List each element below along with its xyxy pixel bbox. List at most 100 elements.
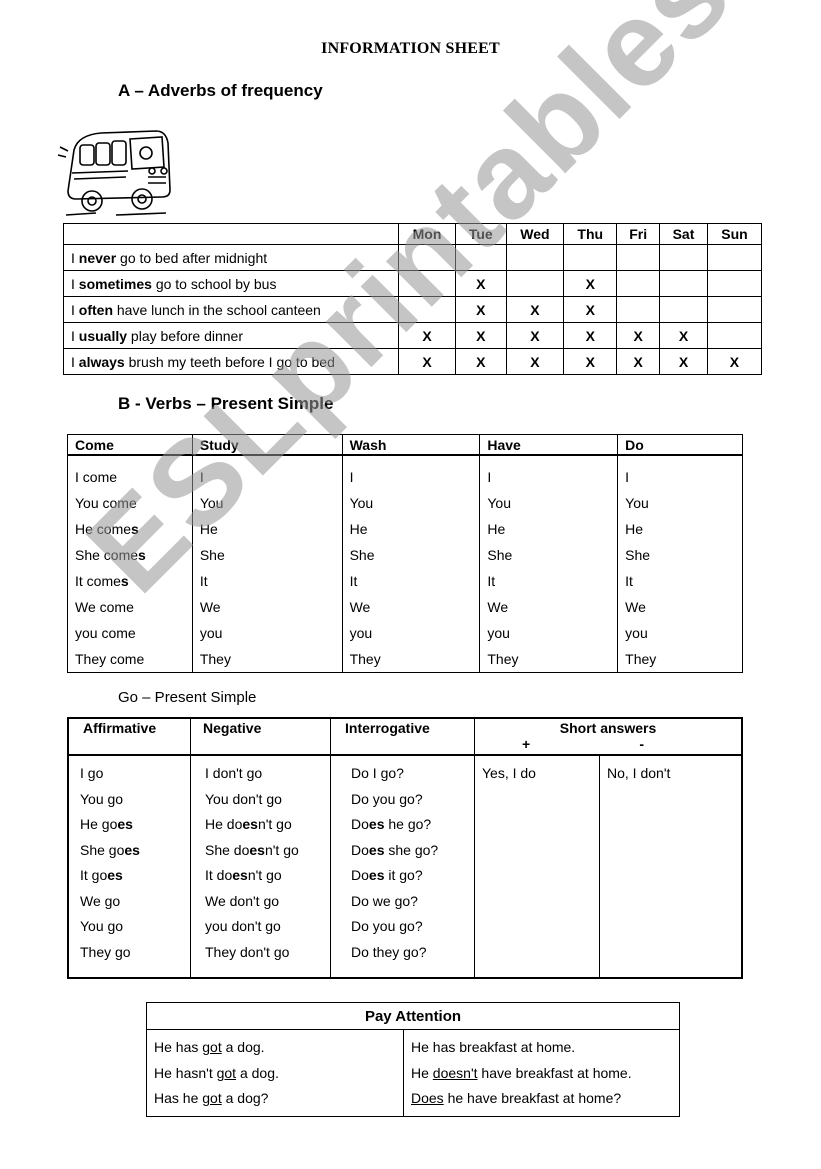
form-text: Do they go?: [351, 943, 427, 960]
form-text: We: [199, 599, 221, 615]
table-header-row: Pay Attention: [146, 1002, 680, 1030]
day-mark-cell: X: [563, 348, 618, 375]
day-mark-cell: X: [398, 348, 456, 375]
form-text: He: [625, 521, 644, 537]
adverb: often: [78, 301, 113, 318]
day-header: Sun: [706, 223, 763, 245]
sentence-text: brush my teeth before I go to bed: [124, 353, 335, 370]
go-form: Do we go?: [351, 889, 467, 915]
form-text: You: [487, 495, 511, 511]
short-answers-label: Short answers: [559, 720, 657, 736]
form-text: They go: [80, 943, 131, 960]
go-form: He doesn't go: [205, 812, 323, 838]
page-title: INFORMATION SHEET: [321, 40, 500, 57]
day-mark-cell: X: [454, 270, 507, 297]
day-mark-cell: [659, 270, 708, 297]
sentence-text: I: [71, 301, 79, 318]
day-mark-cell: X: [659, 348, 708, 375]
go-form: We go: [80, 889, 183, 915]
day-mark-cell: X: [454, 348, 507, 375]
adverb: usually: [78, 327, 128, 344]
day-mark-cell: [398, 244, 456, 271]
sentence-text: Has he: [154, 1090, 203, 1106]
day-header: Mon: [398, 223, 456, 245]
form-text: n't go: [257, 816, 292, 832]
underlined-word: doesn't: [432, 1064, 478, 1081]
adverb: never: [78, 249, 117, 266]
interrogative-header: Interrogative: [330, 717, 475, 756]
go-form: She goes: [80, 838, 183, 864]
verb-form: you come: [75, 620, 185, 646]
verb-header: Do: [617, 434, 743, 456]
go-form: He goes: [80, 812, 183, 838]
form-text: We don't go: [205, 892, 280, 909]
day-mark-cell: [616, 244, 661, 271]
form-text: n't go: [247, 867, 282, 883]
form-text: He: [349, 521, 368, 537]
form-text: I: [349, 469, 354, 485]
go-form: Does it go?: [351, 863, 467, 889]
day-mark-cell: X: [659, 322, 708, 349]
day-mark-cell: [563, 244, 618, 271]
go-form: They go: [80, 940, 183, 966]
sentence-text: a dog.: [236, 1064, 279, 1081]
sentence-text: He has: [154, 1039, 203, 1055]
sentence-text: I: [71, 353, 79, 370]
go-form: you don't go: [205, 914, 323, 940]
form-text: He do: [205, 816, 243, 832]
form-text: They: [487, 651, 519, 667]
go-form: Do you go?: [351, 787, 467, 813]
verb-forms-cell: I You He She It We you They: [617, 455, 743, 673]
day-mark-cell: [616, 296, 661, 323]
sentence-text: He has breakfast at home.: [411, 1039, 576, 1055]
form-text: They come: [75, 651, 145, 667]
form-text: He: [199, 521, 218, 537]
verb-form: It comes: [75, 568, 185, 594]
form-text: Do you go?: [351, 918, 423, 934]
verb-header: Wash: [341, 434, 481, 456]
form-ending: es: [368, 816, 385, 832]
verb-forms-cell: I come You come He comes She comes It comes W…: [67, 455, 193, 673]
form-text: n't go: [264, 841, 299, 858]
form-text: You: [625, 495, 649, 511]
verb-form: you: [350, 620, 473, 646]
day-mark-cell: X: [454, 296, 507, 323]
go-form: Does she go?: [351, 838, 467, 864]
day-header: Wed: [505, 223, 565, 245]
form-text: She do: [205, 841, 250, 858]
form-text: It: [487, 573, 496, 589]
verb-form: We: [200, 594, 335, 620]
form-ending: s: [120, 573, 129, 589]
day-mark-cell: X: [398, 322, 456, 349]
go-form: She doesn't go: [205, 838, 323, 864]
sentence-cell: I usually play before dinner: [63, 322, 399, 349]
verb-form: We: [487, 594, 610, 620]
go-form: Does he go?: [351, 812, 467, 838]
form-text: You: [349, 495, 374, 511]
day-mark-cell: X: [505, 322, 565, 349]
verb-form: You: [200, 490, 335, 516]
go-form: I don't go: [205, 761, 323, 787]
pay-attention-heading: Pay Attention: [146, 1002, 680, 1030]
day-mark-cell: X: [563, 270, 618, 297]
table-header-row: Mon Tue Wed Thu Fri Sat Sun: [63, 223, 763, 245]
verb-form: I: [350, 464, 473, 490]
plus-label: +: [522, 736, 531, 752]
go-form: It goes: [80, 863, 183, 889]
verb-form: They: [487, 646, 610, 672]
day-mark-cell: X: [505, 296, 565, 323]
minus-label: -: [639, 736, 644, 752]
day-mark-cell: [706, 296, 763, 323]
verb-form: She: [350, 542, 473, 568]
sentence-text: he have breakfast at home?: [443, 1090, 622, 1106]
table-row: I come You come He comes She comes It comes W…: [67, 455, 743, 673]
underlined-word: got: [202, 1039, 222, 1055]
school-bus-illustration: [57, 130, 171, 216]
verb-form: I come: [75, 464, 185, 490]
short-answers-header: Short answers + -: [474, 717, 743, 756]
sentence-text: I: [71, 275, 79, 292]
table-row: I go You go He goes She goes It goes We go You…: [67, 754, 743, 979]
sentence-text: He: [411, 1064, 433, 1081]
form-text: I: [199, 469, 204, 485]
form-text: you come: [75, 625, 136, 641]
